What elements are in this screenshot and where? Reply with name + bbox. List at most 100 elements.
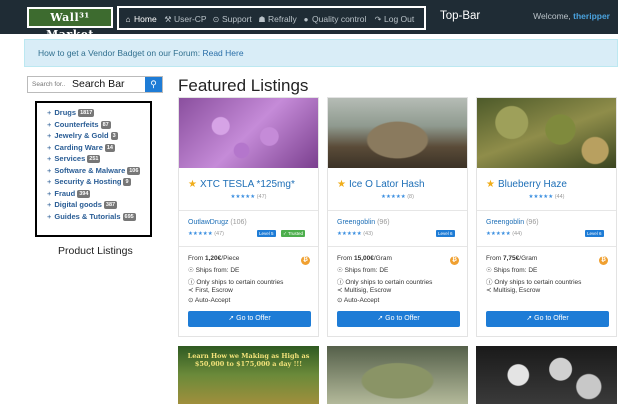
ships-from: ☉ Ships from: DE [188,267,240,274]
trophy-icon: ☗ [258,15,266,24]
shipping-methods: ≺ First, Escrow [188,287,233,294]
count-badge: 1817 [78,109,95,117]
count-badge: 106 [127,166,141,175]
divider [179,210,318,211]
site-logo[interactable]: Wall³¹ Market [27,7,113,41]
level-badge: Level 5 [257,230,276,237]
ships-to: ⓘ Only ships to certain countries [337,279,433,286]
category-item[interactable]: + Digital goods 387 [47,199,150,211]
divider [477,246,616,247]
product-rating: ★★★★★ (8) [381,194,414,200]
nav-quality-control[interactable]: ● Quality control [302,13,367,25]
level-badge: Level 6 [436,230,455,237]
product-title[interactable]: ★ Blueberry Haze [486,179,567,190]
globe-icon: ☉ [337,267,343,274]
wrench-icon: ⚒ [164,15,172,24]
product-image[interactable] [477,98,616,168]
price: From 15,00€/Gram [337,255,392,262]
home-icon: ⌂ [125,15,131,24]
vendor-rating: ★★★★★ (47) [188,231,224,237]
page-title: Featured Listings [178,76,309,95]
divider [328,210,467,211]
share-icon: ≺ [337,287,343,294]
category-list: + Drugs 1817 + Counterfeits 87 + Jewelry & Go… [35,101,152,237]
category-item[interactable]: + Jewelry & Gold 3 [47,130,150,142]
count-badge: 251 [87,155,101,163]
category-item[interactable]: + Software & Malware 106 [47,165,150,177]
arrow-icon: ➚ [228,315,235,322]
count-badge: 87 [100,120,111,129]
image-caption: Learn How we Making as High as $50,000 t… [187,352,310,368]
bitcoin-icon: ₿ [450,256,459,265]
info-icon: ⓘ [486,279,493,286]
arrow-icon: ➚ [526,315,533,322]
product-image[interactable] [179,98,318,168]
read-here-link[interactable]: Read Here [202,48,243,58]
lifebuoy-icon: ⊙ [212,15,220,24]
ships-from: ☉ Ships from: DE [337,267,389,274]
count-badge: 695 [122,212,136,221]
product-image[interactable] [476,346,617,404]
price: From 7,75€/Gram [486,255,538,262]
product-image[interactable]: Learn How we Making as High as $50,000 t… [178,346,319,404]
nav-refrally[interactable]: ☗ Refrally [258,13,296,25]
logout-icon: ↷ [374,15,382,24]
product-image[interactable] [327,346,468,404]
vendor-name[interactable]: Greengoblin (96) [486,219,539,226]
divider [328,246,467,247]
product-rating: ★★★★★ (44) [528,194,565,200]
nav-home[interactable]: ⌂ Home [124,13,157,25]
share-icon: ≺ [486,287,492,294]
product-listings-annotation: Product Listings [58,245,133,257]
count-badge: 3 [110,132,118,140]
product-title[interactable]: ★ XTC TESLA *125mg* [188,179,295,190]
top-bar: Wall³¹ Market ⌂ Home ⚒ User-CP ⊙ Support ☗ R… [0,0,618,41]
star-icon: ★ [188,179,197,190]
ships-to: ⓘ Only ships to certain countries [486,279,582,286]
divider [179,246,318,247]
vendor-name[interactable]: OutlawDrugz (106) [188,219,247,226]
product-image[interactable] [328,98,467,168]
nav-user-cp[interactable]: ⚒ User-CP [164,13,206,25]
vendor-name[interactable]: Greengoblin (96) [337,219,390,226]
check-icon: ⊙ [337,297,343,304]
product-rating: ★★★★★ (47) [230,194,267,200]
category-item[interactable]: + Carding Ware 14 [47,142,150,154]
count-badge: 14 [104,143,115,152]
info-banner: How to get a Vendor Badget on our Forum:… [24,39,618,67]
shipping-methods: ≺ Multisig, Escrow [486,287,541,294]
trusted-badge: ✓ Trusted [281,230,306,237]
search-bar: Search Bar ⚲ [27,76,163,93]
search-bar-annotation: Search Bar [72,78,125,90]
username[interactable]: theripper [573,11,610,21]
product-title[interactable]: ★ Ice O Lator Hash [337,179,425,190]
vendor-rating: ★★★★★ (44) [486,231,522,237]
vendor-rating: ★★★★★ (43) [337,231,373,237]
check-icon: ⊙ [188,297,194,304]
go-to-offer-button[interactable]: ➚ Go to Offer [337,311,460,327]
globe-icon: ☉ [188,267,194,274]
go-to-offer-button[interactable]: ➚ Go to Offer [486,311,609,327]
bitcoin-icon: ₿ [301,256,310,265]
listing-card: ★ Ice O Lator Hash ★★★★★ (8) Greengoblin … [327,97,468,337]
category-item[interactable]: + Drugs 1817 [47,107,150,119]
star-icon: ★ [337,179,346,190]
welcome-text: Welcome, theripper [533,11,610,21]
level-badge: Level 6 [585,230,604,237]
category-item[interactable]: + Security & Hosting 9 [47,176,150,188]
go-to-offer-button[interactable]: ➚ Go to Offer [188,311,311,327]
nav-support[interactable]: ⊙ Support [212,13,252,25]
nav-log-out[interactable]: ↷ Log Out [374,13,415,25]
category-item[interactable]: + Counterfeits 87 [47,119,150,131]
category-item[interactable]: + Services 251 [47,153,150,165]
info-icon: ⓘ [188,279,195,286]
ships-to: ⓘ Only ships to certain countries [188,279,284,286]
globe-icon: ☉ [486,267,492,274]
search-button[interactable]: ⚲ [145,77,162,92]
category-item[interactable]: + Guides & Tutorials 695 [47,211,150,223]
category-item[interactable]: + Fraud 394 [47,188,150,200]
count-badge: 394 [77,189,91,198]
info-icon: ⓘ [337,279,344,286]
main-nav: ⌂ Home ⚒ User-CP ⊙ Support ☗ Refrally ● Quali… [117,6,426,30]
search-icon: ⚲ [150,79,157,89]
